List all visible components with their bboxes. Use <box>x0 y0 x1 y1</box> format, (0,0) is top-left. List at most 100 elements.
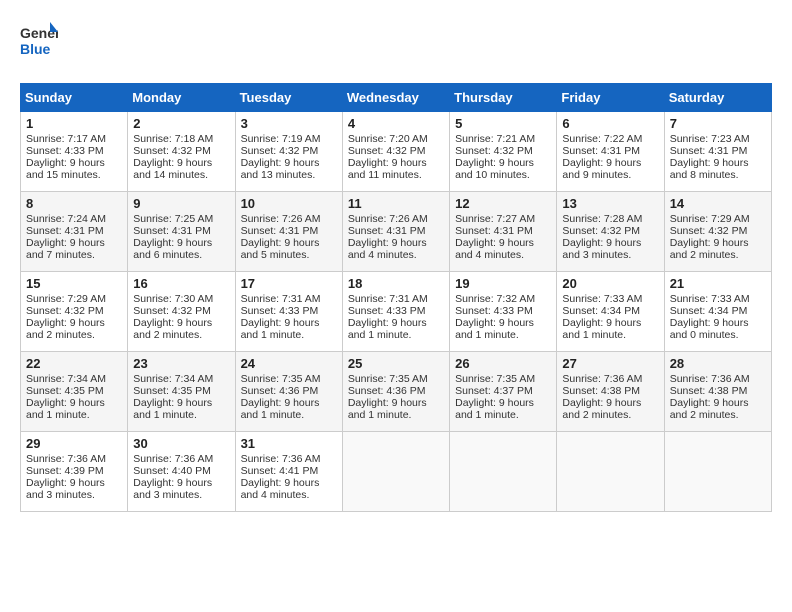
day-number: 30 <box>133 436 229 451</box>
calendar-cell <box>664 432 771 512</box>
sunrise-label: Sunrise: 7:21 AM <box>455 133 535 145</box>
sunset-label: Sunset: 4:32 PM <box>455 145 533 157</box>
calendar-week-row: 15Sunrise: 7:29 AMSunset: 4:32 PMDayligh… <box>21 272 772 352</box>
day-number: 14 <box>670 196 766 211</box>
sunset-label: Sunset: 4:33 PM <box>26 145 104 157</box>
sunrise-label: Sunrise: 7:36 AM <box>133 453 213 465</box>
calendar-cell: 15Sunrise: 7:29 AMSunset: 4:32 PMDayligh… <box>21 272 128 352</box>
sunset-label: Sunset: 4:32 PM <box>133 145 211 157</box>
day-number: 20 <box>562 276 658 291</box>
calendar-cell: 3Sunrise: 7:19 AMSunset: 4:32 PMDaylight… <box>235 112 342 192</box>
day-number: 9 <box>133 196 229 211</box>
sunrise-label: Sunrise: 7:33 AM <box>670 293 750 305</box>
calendar-cell: 23Sunrise: 7:34 AMSunset: 4:35 PMDayligh… <box>128 352 235 432</box>
sunrise-label: Sunrise: 7:35 AM <box>455 373 535 385</box>
daylight-label: Daylight: 9 hours and 1 minute. <box>348 397 427 421</box>
sunrise-label: Sunrise: 7:29 AM <box>670 213 750 225</box>
sunset-label: Sunset: 4:31 PM <box>133 225 211 237</box>
daylight-label: Daylight: 9 hours and 10 minutes. <box>455 157 534 181</box>
daylight-label: Daylight: 9 hours and 11 minutes. <box>348 157 427 181</box>
day-number: 18 <box>348 276 444 291</box>
calendar-cell: 16Sunrise: 7:30 AMSunset: 4:32 PMDayligh… <box>128 272 235 352</box>
calendar-cell <box>342 432 449 512</box>
sunrise-label: Sunrise: 7:34 AM <box>26 373 106 385</box>
day-number: 12 <box>455 196 551 211</box>
logo-icon: General Blue <box>20 20 58 62</box>
day-number: 11 <box>348 196 444 211</box>
sunrise-label: Sunrise: 7:26 AM <box>241 213 321 225</box>
sunrise-label: Sunrise: 7:35 AM <box>348 373 428 385</box>
sunrise-label: Sunrise: 7:28 AM <box>562 213 642 225</box>
sunset-label: Sunset: 4:32 PM <box>670 225 748 237</box>
daylight-label: Daylight: 9 hours and 1 minute. <box>26 397 105 421</box>
day-number: 19 <box>455 276 551 291</box>
header-friday: Friday <box>557 84 664 112</box>
sunset-label: Sunset: 4:36 PM <box>348 385 426 397</box>
sunset-label: Sunset: 4:32 PM <box>241 145 319 157</box>
sunset-label: Sunset: 4:34 PM <box>562 305 640 317</box>
calendar-cell: 1 Sunrise: 7:17 AMSunset: 4:33 PMDaylight… <box>21 112 128 192</box>
daylight-label: Daylight: 9 hours and 2 minutes. <box>670 237 749 261</box>
sunset-label: Sunset: 4:34 PM <box>670 305 748 317</box>
header-saturday: Saturday <box>664 84 771 112</box>
sunset-label: Sunset: 4:33 PM <box>455 305 533 317</box>
daylight-label: Daylight: 9 hours and 6 minutes. <box>133 237 212 261</box>
sunrise-label: Sunrise: 7:17 AM <box>26 133 106 145</box>
day-number: 21 <box>670 276 766 291</box>
calendar-cell: 24Sunrise: 7:35 AMSunset: 4:36 PMDayligh… <box>235 352 342 432</box>
sunset-label: Sunset: 4:32 PM <box>133 305 211 317</box>
calendar-cell <box>557 432 664 512</box>
sunset-label: Sunset: 4:36 PM <box>241 385 319 397</box>
calendar-cell: 30Sunrise: 7:36 AMSunset: 4:40 PMDayligh… <box>128 432 235 512</box>
calendar-cell: 10Sunrise: 7:26 AMSunset: 4:31 PMDayligh… <box>235 192 342 272</box>
sunset-label: Sunset: 4:38 PM <box>562 385 640 397</box>
daylight-label: Daylight: 9 hours and 13 minutes. <box>241 157 320 181</box>
day-number: 13 <box>562 196 658 211</box>
calendar-cell: 2Sunrise: 7:18 AMSunset: 4:32 PMDaylight… <box>128 112 235 192</box>
calendar-week-row: 8Sunrise: 7:24 AMSunset: 4:31 PMDaylight… <box>21 192 772 272</box>
sunrise-label: Sunrise: 7:34 AM <box>133 373 213 385</box>
header-monday: Monday <box>128 84 235 112</box>
daylight-label: Daylight: 9 hours and 7 minutes. <box>26 237 105 261</box>
calendar-cell: 20Sunrise: 7:33 AMSunset: 4:34 PMDayligh… <box>557 272 664 352</box>
sunrise-label: Sunrise: 7:31 AM <box>348 293 428 305</box>
day-number: 7 <box>670 116 766 131</box>
sunset-label: Sunset: 4:32 PM <box>348 145 426 157</box>
daylight-label: Daylight: 9 hours and 1 minute. <box>348 317 427 341</box>
sunset-label: Sunset: 4:31 PM <box>562 145 640 157</box>
svg-text:Blue: Blue <box>20 41 51 57</box>
calendar-cell: 8Sunrise: 7:24 AMSunset: 4:31 PMDaylight… <box>21 192 128 272</box>
sunrise-label: Sunrise: 7:24 AM <box>26 213 106 225</box>
calendar-cell: 11Sunrise: 7:26 AMSunset: 4:31 PMDayligh… <box>342 192 449 272</box>
day-number: 3 <box>241 116 337 131</box>
daylight-label: Daylight: 9 hours and 1 minute. <box>241 397 320 421</box>
sunset-label: Sunset: 4:31 PM <box>26 225 104 237</box>
calendar-cell: 18Sunrise: 7:31 AMSunset: 4:33 PMDayligh… <box>342 272 449 352</box>
daylight-label: Daylight: 9 hours and 2 minutes. <box>133 317 212 341</box>
sunrise-label: Sunrise: 7:26 AM <box>348 213 428 225</box>
sunset-label: Sunset: 4:37 PM <box>455 385 533 397</box>
header-tuesday: Tuesday <box>235 84 342 112</box>
sunrise-label: Sunrise: 7:27 AM <box>455 213 535 225</box>
daylight-label: Daylight: 9 hours and 1 minute. <box>455 317 534 341</box>
daylight-label: Daylight: 9 hours and 15 minutes. <box>26 157 105 181</box>
daylight-label: Daylight: 9 hours and 2 minutes. <box>562 397 641 421</box>
sunset-label: Sunset: 4:31 PM <box>455 225 533 237</box>
day-number: 4 <box>348 116 444 131</box>
daylight-label: Daylight: 9 hours and 0 minutes. <box>670 317 749 341</box>
calendar-cell: 27Sunrise: 7:36 AMSunset: 4:38 PMDayligh… <box>557 352 664 432</box>
daylight-label: Daylight: 9 hours and 1 minute. <box>241 317 320 341</box>
calendar-cell: 6Sunrise: 7:22 AMSunset: 4:31 PMDaylight… <box>557 112 664 192</box>
calendar-cell: 17Sunrise: 7:31 AMSunset: 4:33 PMDayligh… <box>235 272 342 352</box>
calendar-cell <box>450 432 557 512</box>
sunset-label: Sunset: 4:33 PM <box>241 305 319 317</box>
sunrise-label: Sunrise: 7:25 AM <box>133 213 213 225</box>
calendar-cell: 14 Sunrise: 7:29 AMSunset: 4:32 PMDayligh… <box>664 192 771 272</box>
day-number: 16 <box>133 276 229 291</box>
sunset-label: Sunset: 4:31 PM <box>670 145 748 157</box>
day-number: 5 <box>455 116 551 131</box>
sunrise-label: Sunrise: 7:35 AM <box>241 373 321 385</box>
sunset-label: Sunset: 4:32 PM <box>562 225 640 237</box>
sunrise-label: Sunrise: 7:33 AM <box>562 293 642 305</box>
day-number: 1 <box>26 116 122 131</box>
